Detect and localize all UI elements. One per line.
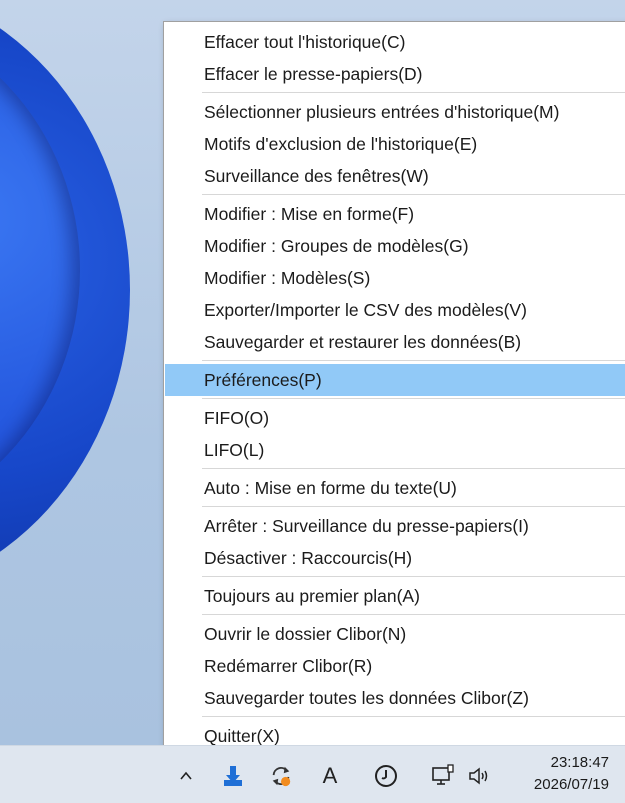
menu-item-window-monitoring[interactable]: Surveillance des fenêtres(W)	[165, 160, 625, 192]
menu-item-export-import-csv[interactable]: Exporter/Importer le CSV des modèles(V)	[165, 294, 625, 326]
menu-item-restart-clibor[interactable]: Redémarrer Clibor(R)	[165, 650, 625, 682]
menu-item-always-on-top[interactable]: Toujours au premier plan(A)	[165, 580, 625, 612]
menu-separator	[202, 506, 625, 507]
network-icon[interactable]	[431, 764, 455, 788]
speaker-icon[interactable]	[467, 764, 491, 788]
menu-item-fifo[interactable]: FIFO(O)	[165, 402, 625, 434]
clock-time: 23:18:47	[550, 754, 609, 771]
context-menu: Effacer tout l'historique(C) Effacer le …	[163, 21, 625, 752]
download-arrow-icon[interactable]	[221, 764, 245, 788]
taskbar: A 23:18:47 2026/07/19	[0, 745, 625, 803]
menu-separator	[202, 194, 625, 195]
menu-item-select-multiple-history[interactable]: Sélectionner plusieurs entrées d'histori…	[165, 96, 625, 128]
menu-item-clear-clipboard[interactable]: Effacer le presse-papiers(D)	[165, 58, 625, 90]
menu-item-save-all-clibor-data[interactable]: Sauvegarder toutes les données Clibor(Z)	[165, 682, 625, 714]
menu-item-history-exclusion-patterns[interactable]: Motifs d'exclusion de l'historique(E)	[165, 128, 625, 160]
menu-item-clear-history[interactable]: Effacer tout l'historique(C)	[165, 26, 625, 58]
menu-separator	[202, 360, 625, 361]
menu-item-lifo[interactable]: LIFO(L)	[165, 434, 625, 466]
menu-item-edit-template-groups[interactable]: Modifier : Groupes de modèles(G)	[165, 230, 625, 262]
menu-item-auto-text-formatting[interactable]: Auto : Mise en forme du texte(U)	[165, 472, 625, 504]
menu-item-edit-formatting[interactable]: Modifier : Mise en forme(F)	[165, 198, 625, 230]
menu-item-edit-templates[interactable]: Modifier : Modèles(S)	[165, 262, 625, 294]
menu-item-backup-restore[interactable]: Sauvegarder et restaurer les données(B)	[165, 326, 625, 358]
menu-separator	[202, 92, 625, 93]
menu-separator	[202, 468, 625, 469]
taskbar-clock[interactable]: 23:18:47 2026/07/19	[534, 752, 609, 796]
menu-separator	[202, 716, 625, 717]
menu-item-preferences[interactable]: Préférences(P)	[165, 364, 625, 396]
menu-separator	[202, 398, 625, 399]
menu-item-disable-shortcuts[interactable]: Désactiver : Raccourcis(H)	[165, 542, 625, 574]
clibor-refresh-icon[interactable]	[269, 764, 293, 788]
menu-item-label: Auto : Mise en forme du texte(U)	[204, 478, 457, 498]
menu-item-stop-clipboard-monitoring[interactable]: Arrêter : Surveillance du presse-papiers…	[165, 510, 625, 542]
menu-item-open-clibor-folder[interactable]: Ouvrir le dossier Clibor(N)	[165, 618, 625, 650]
clock-icon[interactable]	[374, 764, 398, 788]
clock-date: 2026/07/19	[533, 776, 609, 793]
font-a-icon[interactable]: A	[318, 763, 342, 788]
menu-separator	[202, 576, 625, 577]
chevron-up-icon[interactable]	[174, 764, 198, 788]
menu-separator	[202, 614, 625, 615]
